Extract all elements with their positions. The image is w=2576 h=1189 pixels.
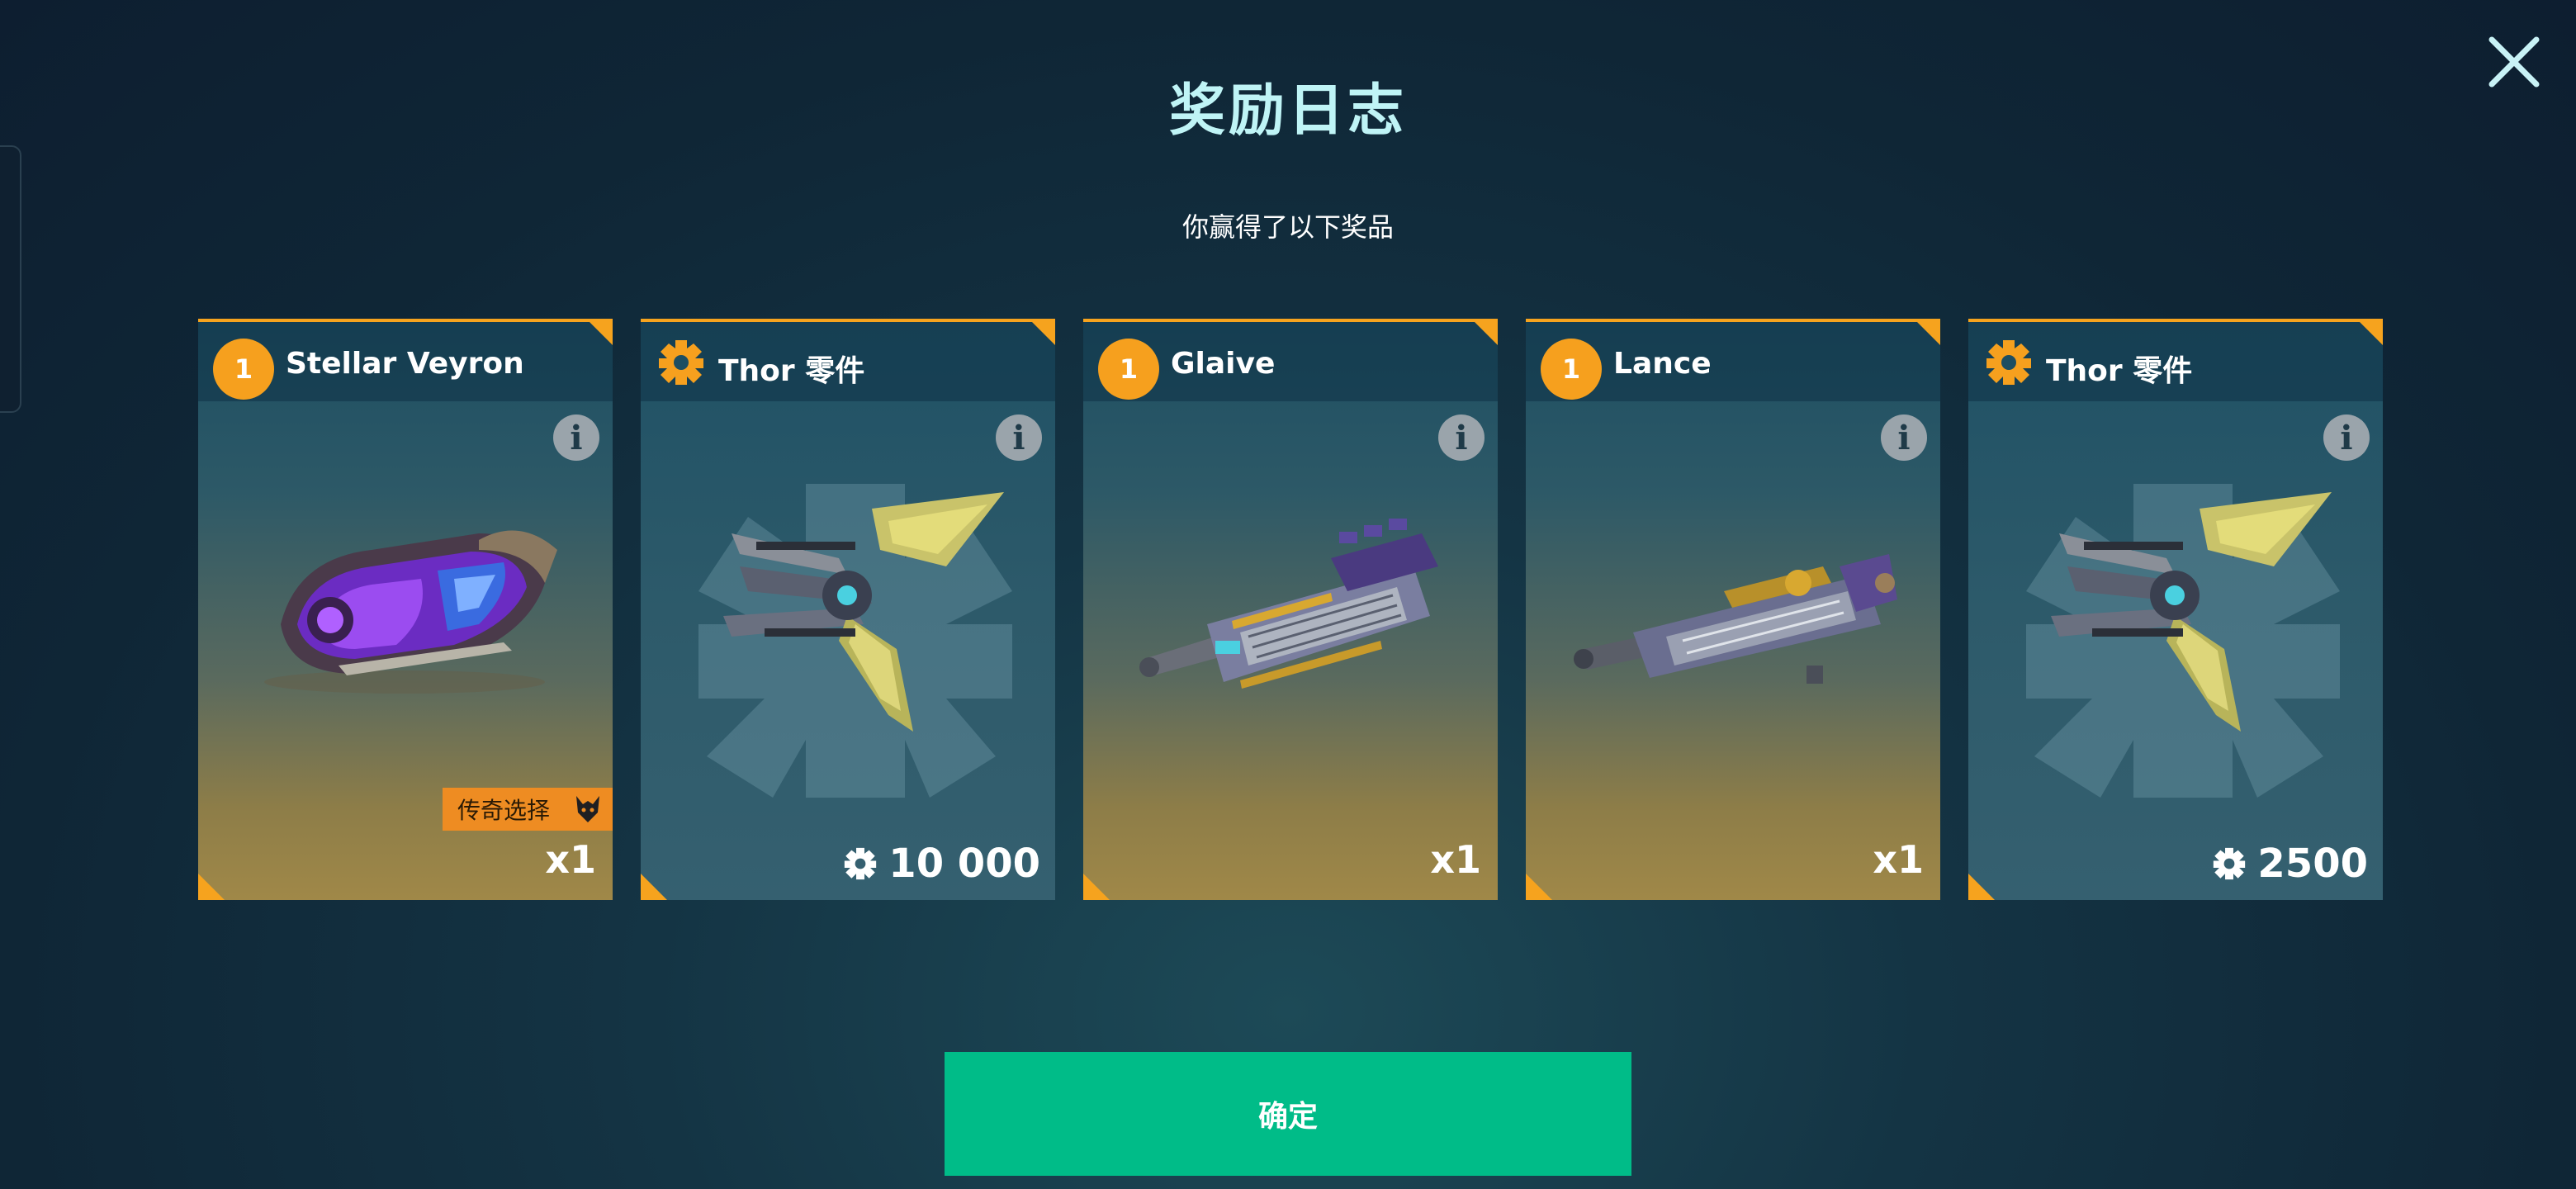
thor-robot-image	[723, 492, 1004, 732]
tier-badge: 1	[213, 339, 274, 400]
corner-accent	[641, 874, 667, 900]
lance-weapon-image	[1574, 554, 1897, 684]
corner-accent	[586, 319, 613, 345]
thor-robot-image	[2051, 492, 2332, 732]
card-name: Glaive	[1171, 347, 1276, 381]
corner-accent	[1029, 319, 1055, 345]
parts-icon	[1986, 340, 2031, 385]
reward-card-thor-parts[interactable]: Thor 零件 i 10 000	[641, 319, 1055, 900]
tier-badge: 1	[1098, 339, 1159, 400]
reward-quantity: x1	[545, 837, 596, 882]
card-name: Thor 零件	[2046, 354, 2193, 388]
reward-quantity: x1	[1873, 837, 1924, 882]
page-title: 奖励日志	[1168, 78, 1407, 144]
card-name: Lance	[1613, 347, 1712, 381]
reward-quantity: x1	[1430, 837, 1481, 882]
parts-icon	[2214, 847, 2246, 880]
info-icon[interactable]: i	[2323, 414, 2370, 461]
glaive-weapon-image	[1139, 519, 1438, 689]
parts-icon	[659, 340, 703, 385]
corner-accent	[1526, 874, 1552, 900]
corner-accent	[198, 874, 225, 900]
legendary-choice-tag: 传奇选择	[443, 788, 613, 831]
info-icon[interactable]: i	[553, 414, 599, 461]
purple-drone-image	[264, 530, 557, 694]
reward-card-stellar-veyron[interactable]: 1 Stellar Veyron i 传奇选择 x1	[198, 319, 613, 900]
corner-accent	[2356, 319, 2383, 345]
corner-accent	[1968, 874, 1995, 900]
corner-accent	[1471, 319, 1498, 345]
side-panel-tab[interactable]	[0, 145, 21, 413]
corner-accent	[1083, 874, 1110, 900]
tier-badge: 1	[1541, 339, 1602, 400]
reward-amount: 2500	[2211, 841, 2368, 887]
card-name: Thor 零件	[718, 354, 865, 388]
info-icon[interactable]: i	[996, 414, 1042, 461]
wolf-emblem-icon	[576, 796, 599, 822]
parts-icon	[845, 847, 877, 880]
reward-card-glaive[interactable]: 1 Glaive i x1	[1083, 319, 1498, 900]
reward-card-thor-parts[interactable]: Thor 零件 i 2500	[1968, 319, 2383, 900]
reward-card-lance[interactable]: 1 Lance i x1	[1526, 319, 1940, 900]
info-icon[interactable]: i	[1881, 414, 1927, 461]
corner-accent	[1914, 319, 1940, 345]
reward-amount: 10 000	[842, 841, 1040, 887]
info-icon[interactable]: i	[1438, 414, 1485, 461]
card-name: Stellar Veyron	[286, 347, 524, 381]
confirm-button[interactable]: 确定	[945, 1052, 1631, 1176]
page-subtitle: 你赢得了以下奖品	[1181, 211, 1394, 243]
